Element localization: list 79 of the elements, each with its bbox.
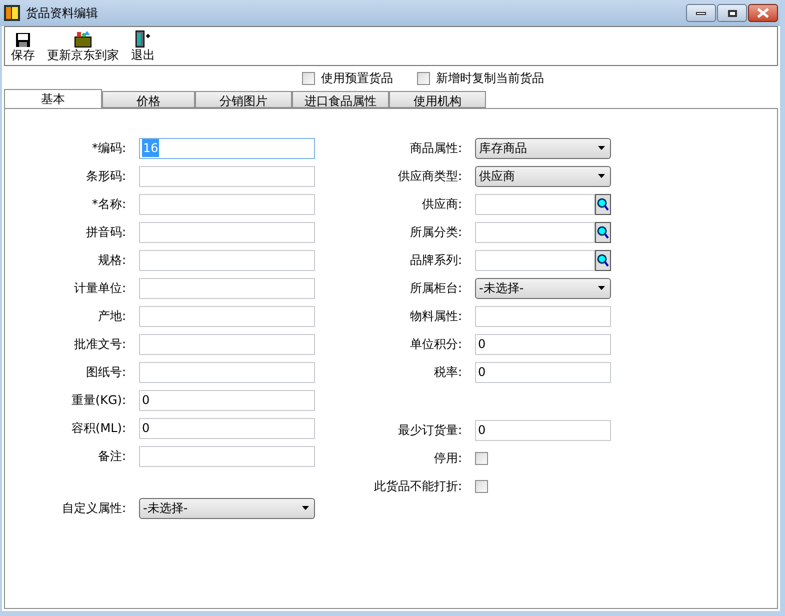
field-label: 最少订货量:: [396, 422, 463, 439]
field-label: 计量单位:: [72, 280, 127, 297]
checkbox[interactable]: [475, 452, 488, 464]
dropdown[interactable]: -未选择-: [475, 278, 611, 298]
checkbox-label: 使用预置货品: [321, 70, 393, 87]
close-icon: [757, 8, 769, 18]
dropdown[interactable]: -未选择-: [139, 498, 315, 518]
field-label: 单位积分:: [408, 336, 463, 353]
door-exit-icon: [134, 30, 152, 48]
close-button[interactable]: [748, 4, 778, 22]
search-icon: [597, 254, 609, 266]
input-field[interactable]: [475, 306, 611, 326]
minimize-button[interactable]: [686, 4, 716, 22]
field-label: 所属柜台:: [408, 280, 463, 297]
field-label: 图纸号:: [84, 364, 127, 381]
input-field[interactable]: 0: [139, 390, 315, 410]
app-logo-icon: [4, 5, 20, 21]
tab[interactable]: 使用机构: [389, 91, 486, 108]
input-field[interactable]: [139, 166, 315, 186]
field-label: 条形码:: [84, 168, 127, 185]
package-icon: [73, 30, 93, 48]
search-button[interactable]: [595, 194, 611, 214]
caret-icon: [302, 506, 309, 510]
dropdown[interactable]: 库存商品: [475, 138, 611, 158]
input-field[interactable]: [139, 446, 315, 466]
checkbox[interactable]: [475, 480, 488, 492]
tab[interactable]: 基本: [4, 89, 102, 108]
input-field[interactable]: [139, 278, 315, 298]
field-label: 所属分类:: [408, 224, 463, 241]
input-field[interactable]: 0: [475, 420, 611, 440]
input-field[interactable]: [475, 222, 595, 242]
field-label: 税率:: [432, 364, 463, 381]
maximize-button[interactable]: [717, 4, 747, 22]
field-label: 重量(KG):: [70, 392, 127, 409]
input-field[interactable]: 0: [475, 362, 611, 382]
tab[interactable]: 价格: [102, 91, 195, 108]
input-field[interactable]: [139, 334, 315, 354]
search-icon: [597, 226, 609, 238]
caret-icon: [598, 146, 605, 150]
window-title: 货品资料编辑: [26, 5, 98, 22]
field-label: 拼音码:: [84, 224, 127, 241]
caret-icon: [598, 286, 605, 290]
tab[interactable]: 进口食品属性: [292, 91, 389, 108]
field-label: *编码:: [90, 140, 127, 157]
input-field[interactable]: [139, 362, 315, 382]
input-field[interactable]: 0: [475, 334, 611, 354]
caret-icon: [598, 174, 605, 178]
toolbar-button[interactable]: 保存: [11, 32, 35, 62]
search-button[interactable]: [595, 222, 611, 242]
field-label: 停用:: [432, 450, 463, 467]
tab[interactable]: 分销图片: [195, 91, 292, 108]
field-label: 批准文号:: [72, 336, 127, 353]
toolbar-button[interactable]: 更新京东到家: [47, 30, 119, 62]
input-field[interactable]: [475, 194, 595, 214]
field-label: 此货品不能打折:: [372, 478, 463, 495]
toolbar-button[interactable]: 退出: [131, 30, 155, 62]
input-field[interactable]: 0: [139, 418, 315, 438]
field-label: 商品属性:: [408, 140, 463, 157]
input-field[interactable]: [139, 250, 315, 270]
field-label: 供应商:: [420, 196, 463, 213]
field-label: *名称:: [90, 196, 127, 213]
checkbox-label: 新增时复制当前货品: [436, 70, 544, 87]
search-icon: [597, 198, 609, 210]
input-field[interactable]: [475, 250, 595, 270]
field-label: 物料属性:: [408, 308, 463, 325]
input-field[interactable]: [139, 194, 315, 214]
field-label: 供应商类型:: [396, 168, 463, 185]
field-label: 容积(ML):: [70, 420, 127, 437]
input-field[interactable]: [139, 222, 315, 242]
field-label: 备注:: [96, 448, 127, 465]
checkbox[interactable]: [302, 72, 315, 84]
field-label: 自定义属性:: [60, 500, 127, 517]
field-label: 产地:: [96, 308, 127, 325]
dropdown[interactable]: 供应商: [475, 166, 611, 186]
checkbox[interactable]: [417, 72, 430, 84]
search-button[interactable]: [595, 250, 611, 270]
field-label: 品牌系列:: [408, 252, 463, 269]
field-label: 规格:: [96, 252, 127, 269]
input-field[interactable]: [139, 306, 315, 326]
